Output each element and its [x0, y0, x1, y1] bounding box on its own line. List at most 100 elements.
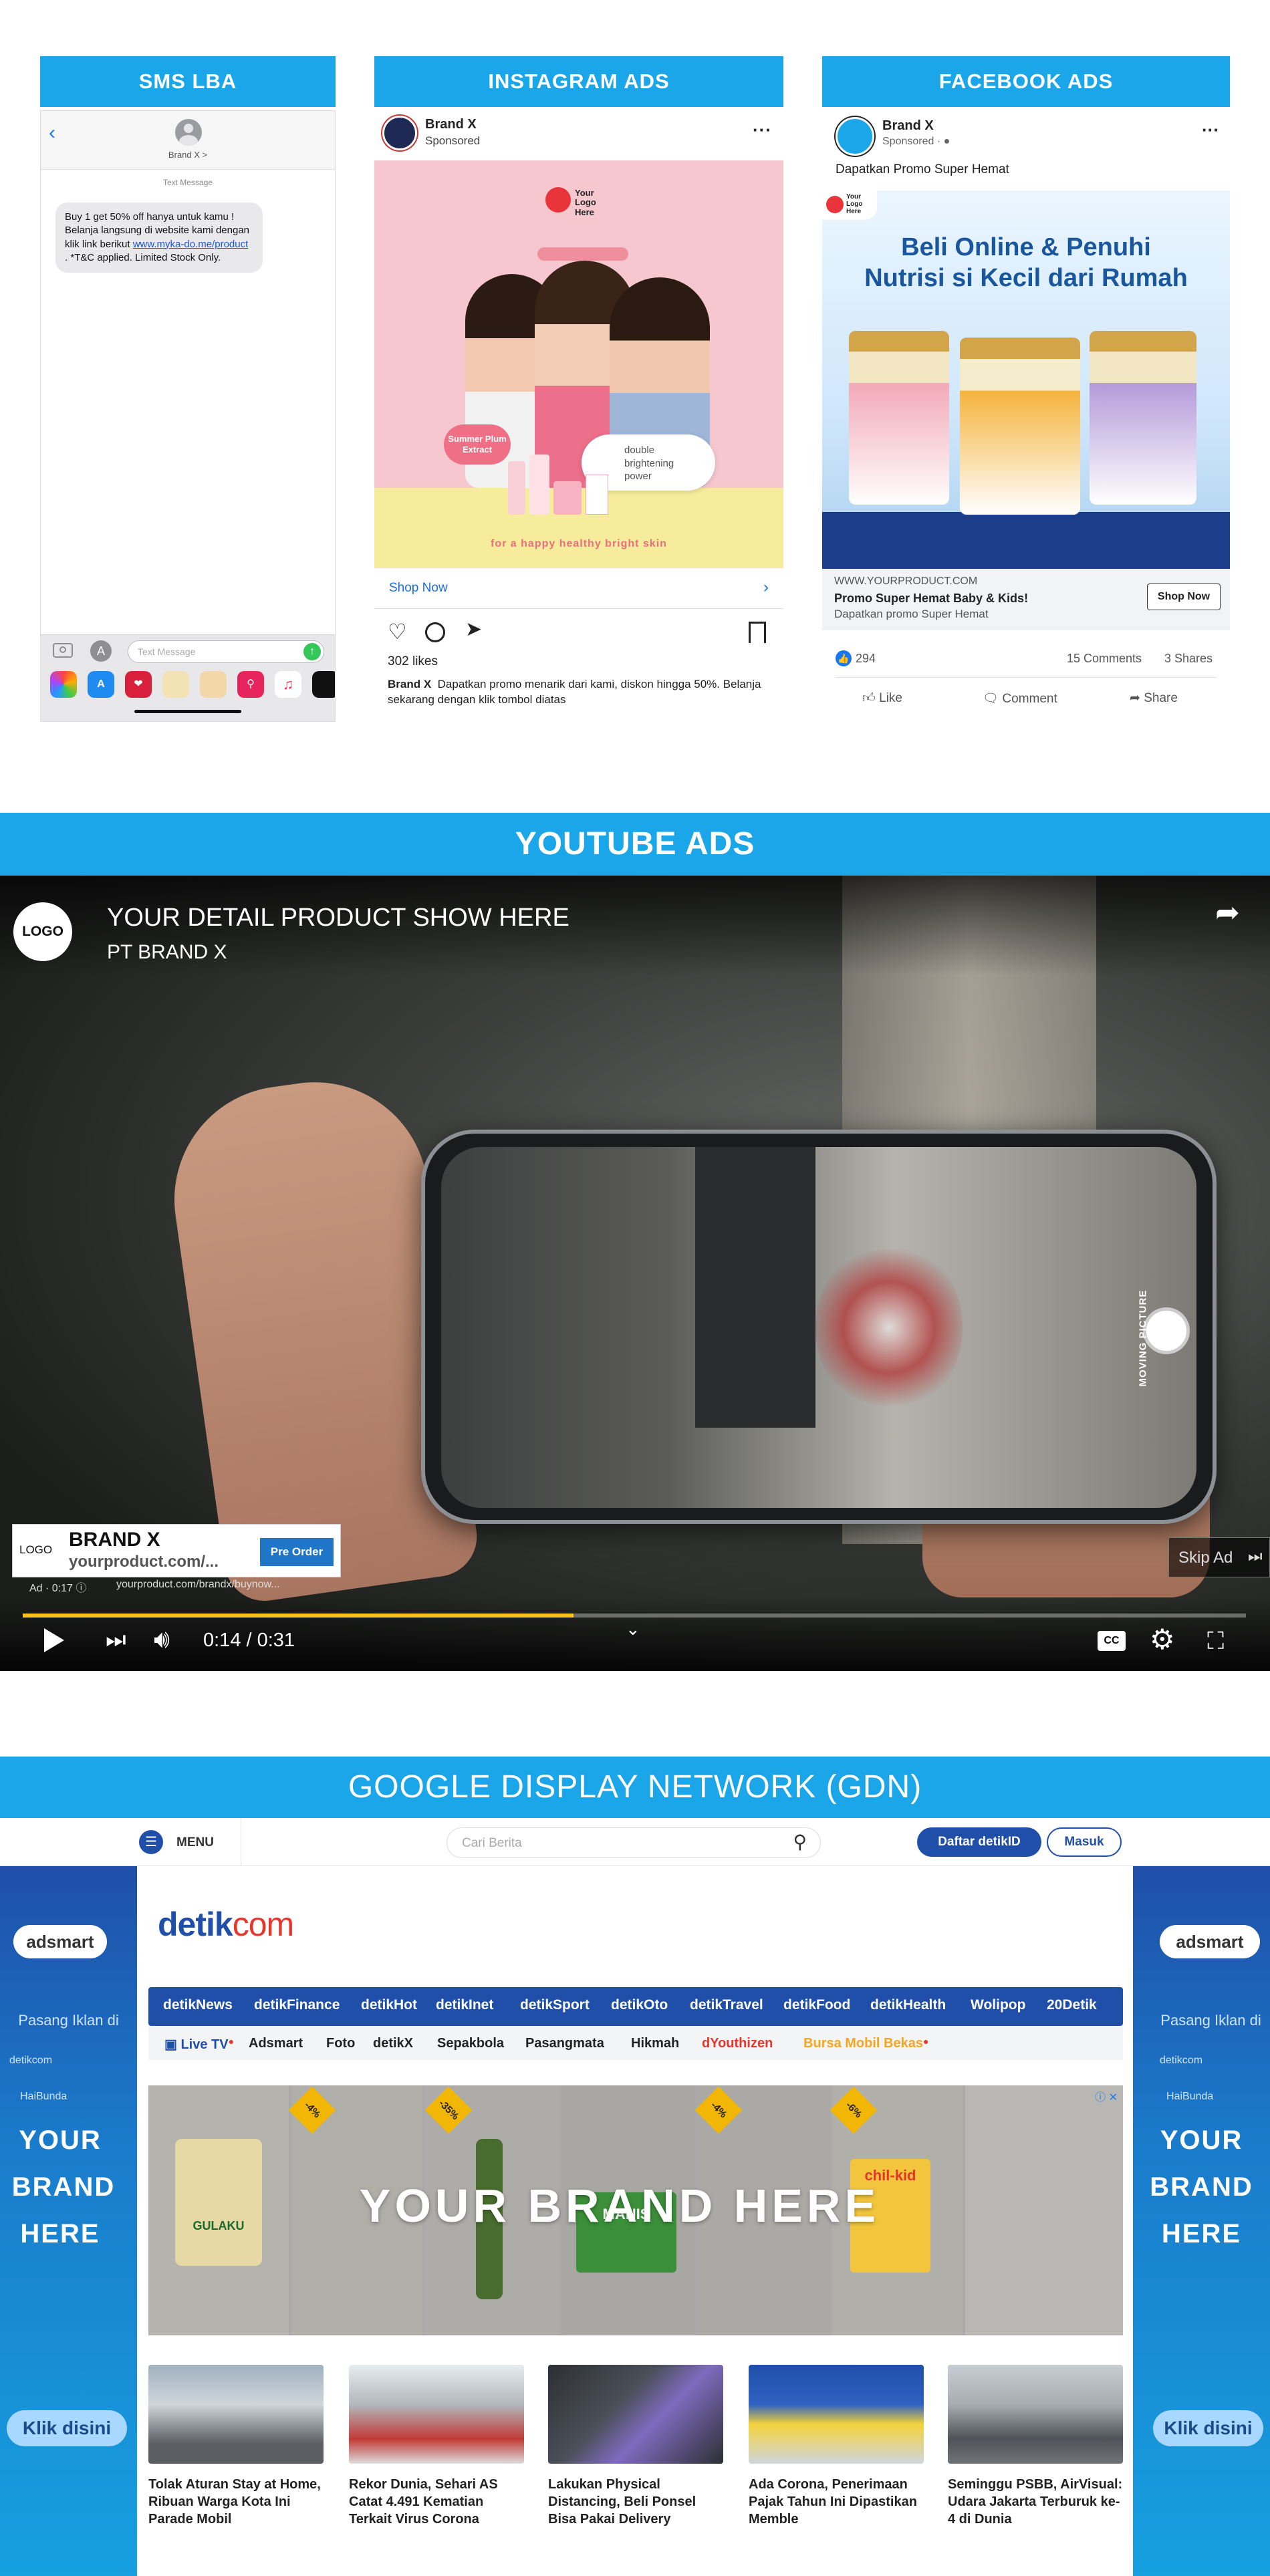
youtube-player[interactable]: MOVING PICTURE LOGO YOUR DETAIL PRODUCT … [0, 876, 1270, 1671]
fb-ad-image[interactable]: Your Logo Here Beli Online & Penuhi Nutr… [822, 190, 1230, 569]
yt-skip-ad-button[interactable]: Skip Ad ⏭︎ [1168, 1537, 1270, 1577]
share-icon[interactable]: ➦ [1215, 896, 1240, 930]
heart-icon[interactable]: ♡ [388, 621, 407, 642]
message-input[interactable]: Text Message ↑ [128, 640, 324, 663]
news-title[interactable]: Ada Corona, Penerimaan Pajak Tahun Ini D… [749, 2476, 924, 2528]
sub-item-dyouthizen[interactable]: dYouthizen [702, 2036, 773, 2051]
ig-brand-name[interactable]: Brand X [425, 117, 477, 132]
fb-link-block[interactable]: WWW.YOURPRODUCT.COM Promo Super Hemat Ba… [822, 569, 1230, 630]
back-icon[interactable]: ‹ [49, 122, 55, 144]
yt-channel-name[interactable]: PT BRAND X [107, 941, 227, 964]
side-ad-pretext: Pasang Iklan di [1160, 2012, 1261, 2029]
yt-preorder-button[interactable]: Pre Order [260, 1538, 334, 1566]
bookmark-icon[interactable] [749, 622, 766, 643]
sub-item-foto[interactable]: Foto [326, 2036, 355, 2051]
nav-item-wolipop[interactable]: Wolipop [971, 1997, 1025, 2013]
fb-like-button[interactable]: 👍︎ Like [862, 690, 902, 706]
yt-progress-track[interactable] [23, 1614, 1246, 1618]
fb-shop-now-button[interactable]: Shop Now [1147, 584, 1221, 610]
nav-item-detikinet[interactable]: detikInet [436, 1997, 493, 2013]
appstore-app-icon[interactable]: A [88, 671, 114, 698]
news-title[interactable]: Tolak Aturan Stay at Home, Ribuan Warga … [148, 2476, 324, 2528]
fb-brand-name[interactable]: Brand X [882, 118, 934, 134]
news-thumb[interactable] [548, 2365, 723, 2464]
yt-ad-card[interactable]: LOGO BRAND X yourproduct.com/... Pre Ord… [12, 1524, 341, 1577]
camera-icon[interactable] [53, 643, 73, 658]
play-icon[interactable] [44, 1628, 64, 1652]
site-logo[interactable]: detikcom [158, 1905, 294, 1944]
ig-caption-brand[interactable]: Brand X [388, 678, 431, 690]
search-icon[interactable]: ⚲ [793, 1831, 807, 1853]
side-ad-text-2: BRAND [11, 2172, 116, 2202]
news-thumb[interactable] [948, 2365, 1123, 2464]
search-input[interactable]: Cari Berita ⚲ [447, 1827, 821, 1858]
ig-shop-now-button[interactable]: Shop Now › [374, 569, 783, 609]
appstore-icon[interactable]: A [90, 640, 112, 662]
news-title[interactable]: Lakukan Physical Distancing, Beli Ponsel… [548, 2476, 723, 2528]
chevron-down-icon[interactable]: ⌄ [626, 1619, 640, 1640]
nav-item-detikhot[interactable]: detikHot [361, 1997, 417, 2013]
nav-item-detiknews[interactable]: detikNews [163, 1997, 233, 2013]
left-side-ad[interactable]: adsmart Pasang Iklan di detikcom HaiBund… [0, 1866, 137, 2576]
info-icon[interactable]: ⓘ [76, 1583, 86, 1594]
comment-icon[interactable] [425, 622, 445, 642]
volume-icon[interactable]: 🔊︎ [154, 1626, 170, 1654]
ig-likes: 302 likes [388, 654, 438, 668]
news-thumb[interactable] [349, 2365, 524, 2464]
ig-avatar[interactable] [382, 116, 417, 150]
yt-ad-full-url[interactable]: yourproduct.com/brandx/buynow... [116, 1579, 280, 1591]
news-title[interactable]: Rekor Dunia, Sehari AS Catat 4.491 Kemat… [349, 2476, 524, 2528]
fb-comment-button[interactable]: 🗨︎ Comment [983, 690, 1057, 706]
sub-item-detikx[interactable]: detikX [373, 2036, 413, 2051]
next-icon[interactable]: ⏭︎ [106, 1627, 126, 1653]
more-app-icon[interactable] [312, 671, 335, 698]
news-thumb[interactable] [749, 2365, 924, 2464]
photos-app-icon[interactable] [50, 671, 77, 698]
right-side-ad[interactable]: adsmart Pasang Iklan di detikcom HaiBund… [1133, 1866, 1270, 2576]
side-ad-cta[interactable]: Klik disini [7, 2410, 127, 2446]
login-button[interactable]: Masuk [1047, 1827, 1122, 1857]
captions-icon[interactable]: CC [1098, 1631, 1126, 1651]
nav-item-20detik[interactable]: 20Detik [1047, 1997, 1097, 2013]
sms-link[interactable]: www.myka-do.me/product [133, 239, 249, 250]
send-icon[interactable]: ➤ [465, 620, 482, 640]
nav-item-detikfood[interactable]: detikFood [783, 1997, 850, 2013]
nav-item-detikoto[interactable]: detikOto [611, 1997, 668, 2013]
nav-item-detikhealth[interactable]: detikHealth [870, 1997, 946, 2013]
banner-ad[interactable]: -4% -35% -4% -6% GULAKU MANIS chil-kid Y… [148, 2085, 1123, 2335]
fb-avatar[interactable] [836, 117, 874, 156]
nav-item-detiktravel[interactable]: detikTravel [690, 1997, 763, 2013]
sub-item-bursa-mobil[interactable]: Bursa Mobil Bekas● [803, 2036, 928, 2051]
yt-channel-logo[interactable]: LOGO [13, 902, 72, 961]
nav-item-detikfinance[interactable]: detikFinance [254, 1997, 340, 2013]
settings-icon[interactable]: ⚙ [1150, 1623, 1175, 1656]
fb-shares-count[interactable]: 3 Shares [1164, 652, 1213, 666]
adchoices-icon[interactable]: ⓘ ✕ [1095, 2088, 1118, 2104]
fullscreen-exit-icon[interactable]: ⛶ [1207, 1627, 1224, 1656]
nav-item-detiksport[interactable]: detikSport [520, 1997, 590, 2013]
send-icon[interactable]: ↑ [303, 643, 321, 660]
news-thumb[interactable] [148, 2365, 324, 2464]
ig-ad-image[interactable]: Your Logo Here Summer Plum Extract doubl… [374, 160, 783, 568]
sub-item-pasangmata[interactable]: Pasangmata [525, 2036, 604, 2051]
contact-avatar[interactable] [175, 119, 202, 146]
fb-comments-count[interactable]: 15 Comments [1067, 652, 1142, 666]
search-app-icon[interactable]: ⚲ [237, 671, 264, 698]
fb-reactions-count[interactable]: 294 [856, 652, 876, 666]
fb-share-button[interactable]: ➦ Share [1130, 690, 1178, 706]
sub-item-livetv[interactable]: ▣ Live TV● [164, 2036, 234, 2053]
side-ad-cta[interactable]: Klik disini [1153, 2410, 1263, 2446]
cookie-app-icon[interactable] [162, 671, 189, 698]
yt-video-title[interactable]: YOUR DETAIL PRODUCT SHOW HERE [107, 904, 569, 932]
heart-app-icon[interactable]: ❤ [125, 671, 152, 698]
music-app-icon[interactable]: ♫ [275, 671, 301, 698]
sub-item-adsmart[interactable]: Adsmart [249, 2036, 303, 2051]
fb-post-text: Dapatkan Promo Super Hemat [836, 162, 1009, 176]
news-title[interactable]: Seminggu PSBB, AirVisual: Udara Jakarta … [948, 2476, 1123, 2528]
more-icon[interactable]: ··· [1202, 120, 1219, 140]
sub-item-sepakbola[interactable]: Sepakbola [437, 2036, 504, 2051]
register-button[interactable]: Daftar detikID [917, 1827, 1041, 1857]
more-icon[interactable]: ··· [753, 120, 772, 140]
memoji-app-icon[interactable] [200, 671, 227, 698]
sub-item-hikmah[interactable]: Hikmah [631, 2036, 679, 2051]
